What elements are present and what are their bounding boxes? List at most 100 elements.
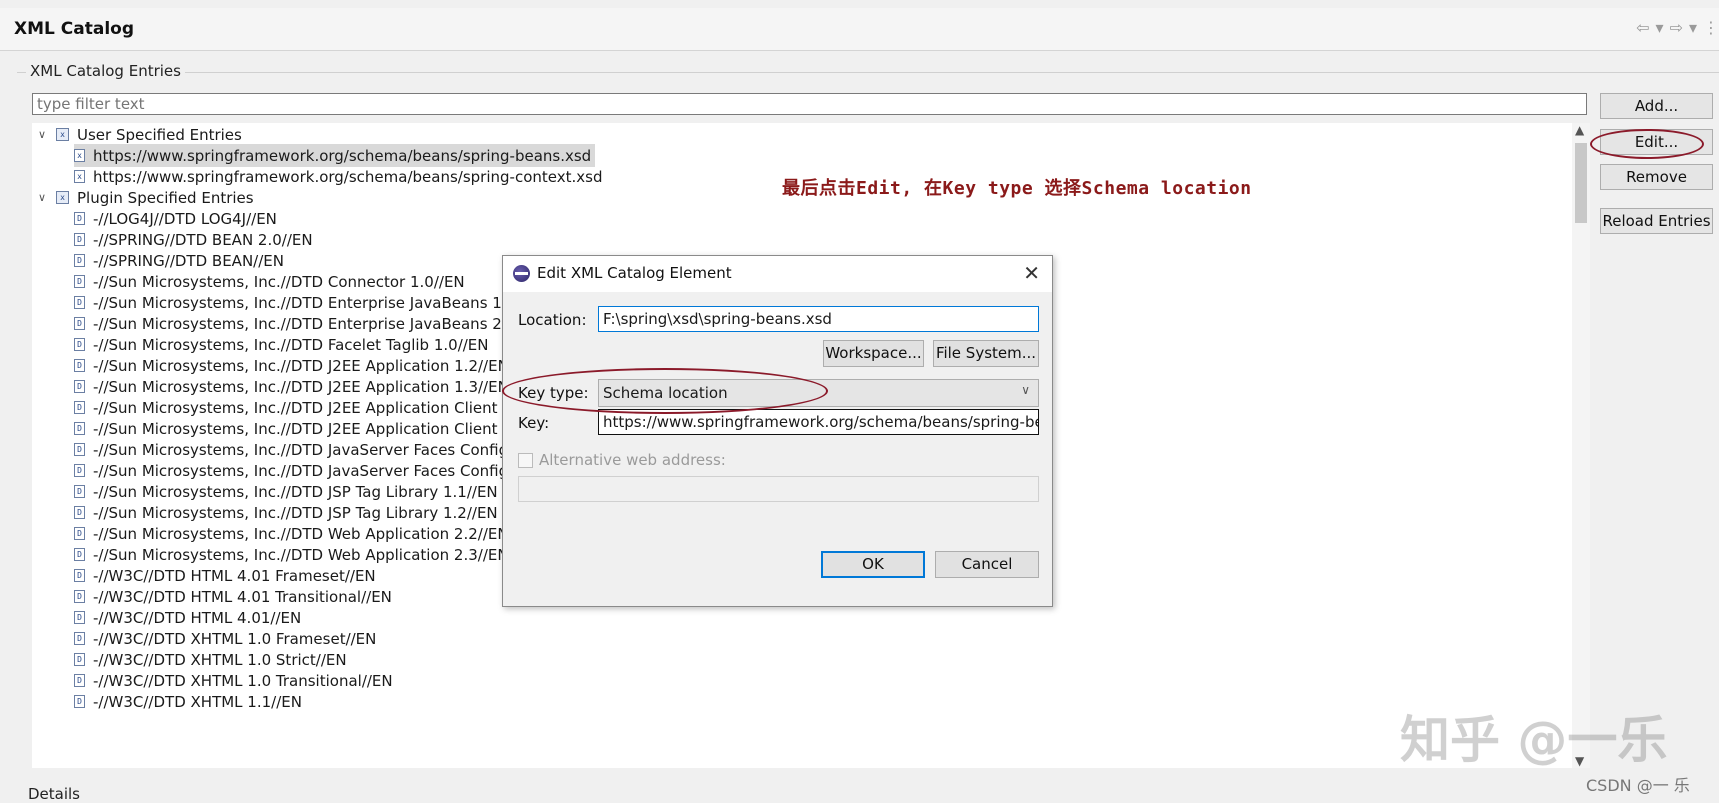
tree-item[interactable]: D -//Sun Microsystems, Inc.//DTD Web Appl…	[74, 543, 509, 566]
ok-button[interactable]: OK	[821, 551, 925, 578]
dtd-file-icon: D	[74, 527, 85, 540]
alt-web-label: Alternative web address:	[539, 451, 726, 469]
keytype-highlight-ellipse	[502, 368, 828, 414]
dtd-file-icon: D	[74, 359, 85, 372]
tree-item[interactable]: D -//Sun Microsystems, Inc.//DTD Connecto…	[74, 270, 465, 293]
tree-item-label: https://www.springframework.org/schema/b…	[93, 146, 592, 165]
tree-item[interactable]: D -//Sun Microsystems, Inc.//DTD JSP Tag …	[74, 480, 498, 503]
dialog-titlebar: Edit XML Catalog Element ✕	[503, 256, 1052, 292]
tree-item[interactable]: x https://www.springframework.org/schema…	[74, 165, 602, 188]
forward-icon[interactable]: ⇨	[1670, 18, 1683, 37]
xsd-file-icon: x	[74, 170, 85, 183]
tree-item[interactable]: D -//SPRING//DTD BEAN 2.0//EN	[74, 228, 313, 251]
tree-item[interactable]: D -//W3C//DTD XHTML 1.0 Strict//EN	[74, 648, 347, 671]
tree-item[interactable]: D -//W3C//DTD HTML 4.01 Frameset//EN	[74, 564, 376, 587]
reload-entries-button[interactable]: Reload Entries	[1600, 208, 1713, 234]
dtd-file-icon: D	[74, 443, 85, 456]
dtd-file-icon: D	[74, 653, 85, 666]
tree-item-label: -//W3C//DTD XHTML 1.1//EN	[93, 692, 302, 711]
tree-item[interactable]: D -//W3C//DTD XHTML 1.0 Frameset//EN	[74, 627, 376, 650]
chevron-down-icon: ∨	[1021, 383, 1030, 397]
tree-item[interactable]: D -//Sun Microsystems, Inc.//DTD J2EE App…	[74, 354, 509, 377]
workspace-button[interactable]: Workspace...	[823, 340, 924, 367]
dtd-file-icon: D	[74, 296, 85, 309]
tree-item-label: -//Sun Microsystems, Inc.//DTD JSP Tag L…	[93, 482, 498, 501]
alt-web-checkbox-row[interactable]: Alternative web address:	[518, 451, 726, 469]
tree-item-label: -//Sun Microsystems, Inc.//DTD Facelet T…	[93, 335, 489, 354]
dtd-file-icon: D	[74, 611, 85, 624]
tree-node-label: User Specified Entries	[77, 125, 242, 144]
alt-web-input[interactable]	[518, 476, 1039, 502]
dialog-title: Edit XML Catalog Element	[537, 264, 732, 282]
dtd-file-icon: D	[74, 674, 85, 687]
tree-item[interactable]: D -//Sun Microsystems, Inc.//DTD JavaServ…	[74, 438, 508, 461]
tree-item[interactable]: D -//W3C//DTD HTML 4.01//EN	[74, 606, 301, 629]
tree-item[interactable]: D -//Sun Microsystems, Inc.//DTD Enterpri…	[74, 291, 516, 314]
tree-item[interactable]: D -//Sun Microsystems, Inc.//DTD J2EE App…	[74, 396, 512, 419]
chevron-down-icon[interactable]: ∨	[38, 191, 50, 204]
tree-item[interactable]: D -//W3C//DTD HTML 4.01 Transitional//EN	[74, 585, 392, 608]
dtd-file-icon: D	[74, 569, 85, 582]
location-input[interactable]: F:\spring\xsd\spring-beans.xsd	[598, 306, 1039, 332]
tree-item-label: -//Sun Microsystems, Inc.//DTD JavaServe…	[93, 461, 509, 480]
catalog-icon: x	[56, 128, 69, 141]
edit-catalog-dialog: Edit XML Catalog Element ✕ Location: F:\…	[502, 255, 1053, 607]
scroll-up-icon[interactable]: ▲	[1575, 123, 1584, 137]
dtd-file-icon: D	[74, 506, 85, 519]
tree-item[interactable]: D -//Sun Microsystems, Inc.//DTD Facelet …	[74, 333, 489, 356]
remove-button[interactable]: Remove	[1600, 164, 1713, 190]
annotation-text: 最后点击Edit, 在Key type 选择Schema location	[782, 178, 1252, 199]
csdn-watermark: CSDN @一 乐	[1586, 776, 1690, 795]
file-system-button[interactable]: File System...	[933, 340, 1039, 367]
add-button[interactable]: Add...	[1600, 93, 1713, 119]
tree-item[interactable]: D -//Sun Microsystems, Inc.//DTD JSP Tag …	[74, 501, 498, 524]
tree-item-label: -//Sun Microsystems, Inc.//DTD JavaServe…	[93, 440, 509, 459]
tree-item[interactable]: D -//Sun Microsystems, Inc.//DTD JavaServ…	[74, 459, 508, 482]
filter-input[interactable]	[32, 93, 1587, 115]
dtd-file-icon: D	[74, 233, 85, 246]
dtd-file-icon: D	[74, 380, 85, 393]
tree-item-label: -//W3C//DTD HTML 4.01 Transitional//EN	[93, 587, 392, 606]
dtd-file-icon: D	[74, 401, 85, 414]
tree-item[interactable]: D -//Sun Microsystems, Inc.//DTD J2EE App…	[74, 375, 509, 398]
cancel-button[interactable]: Cancel	[935, 551, 1039, 578]
eclipse-logo-icon	[513, 265, 530, 282]
dtd-file-icon: D	[74, 485, 85, 498]
editor-header: XML Catalog ⇦ ▾ ⇨ ▾ ⋮	[0, 8, 1719, 51]
tree-item-label: -//Sun Microsystems, Inc.//DTD J2EE Appl…	[93, 356, 509, 375]
tree-item-label: -//SPRING//DTD BEAN//EN	[93, 251, 284, 270]
view-menu-icon[interactable]: ⋮	[1703, 18, 1719, 37]
alt-web-checkbox[interactable]	[518, 452, 533, 468]
tree-item[interactable]: D -//Sun Microsystems, Inc.//DTD Web Appl…	[74, 522, 509, 545]
tree-scrollbar[interactable]: ▲ ▼	[1572, 123, 1590, 768]
tree-item[interactable]: D -//Sun Microsystems, Inc.//DTD Enterpri…	[74, 312, 516, 335]
tree-item-selected[interactable]: x https://www.springframework.org/schema…	[74, 144, 596, 167]
catalog-icon: x	[56, 191, 69, 204]
tree-item-label: -//W3C//DTD HTML 4.01//EN	[93, 608, 302, 627]
dtd-file-icon: D	[74, 590, 85, 603]
tree-item-label: -//Sun Microsystems, Inc.//DTD Enterpris…	[93, 314, 517, 333]
tree-item[interactable]: D -//W3C//DTD XHTML 1.0 Transitional//EN	[74, 669, 393, 692]
tree-item[interactable]: D -//W3C//DTD XHTML 1.1//EN	[74, 690, 302, 713]
forward-menu-icon[interactable]: ▾	[1689, 18, 1697, 37]
tree-item[interactable]: D -//SPRING//DTD BEAN//EN	[74, 249, 284, 272]
dtd-file-icon: D	[74, 464, 85, 477]
dtd-file-icon: D	[74, 338, 85, 351]
tree-item-label: -//W3C//DTD XHTML 1.0 Strict//EN	[93, 650, 347, 669]
chevron-down-icon[interactable]: ∨	[38, 128, 50, 141]
scroll-thumb[interactable]	[1575, 143, 1587, 223]
xsd-file-icon: x	[74, 149, 85, 162]
page-title: XML Catalog	[14, 19, 134, 39]
dtd-file-icon: D	[74, 212, 85, 225]
tree-item[interactable]: D -//LOG4J//DTD LOG4J//EN	[74, 207, 277, 230]
tree-node-plugin[interactable]: ∨ x Plugin Specified Entries	[38, 186, 254, 209]
back-menu-icon[interactable]: ▾	[1656, 18, 1664, 37]
nav-icons: ⇦ ▾ ⇨ ▾ ⋮	[1636, 18, 1719, 37]
close-icon[interactable]: ✕	[1023, 261, 1040, 285]
dtd-file-icon: D	[74, 275, 85, 288]
tree-item[interactable]: D -//Sun Microsystems, Inc.//DTD J2EE App…	[74, 417, 512, 440]
tree-item-label: -//Sun Microsystems, Inc.//DTD Web Appli…	[93, 524, 509, 543]
back-icon[interactable]: ⇦	[1636, 18, 1649, 37]
dtd-file-icon: D	[74, 695, 85, 708]
tree-node-user[interactable]: ∨ x User Specified Entries	[38, 123, 242, 146]
